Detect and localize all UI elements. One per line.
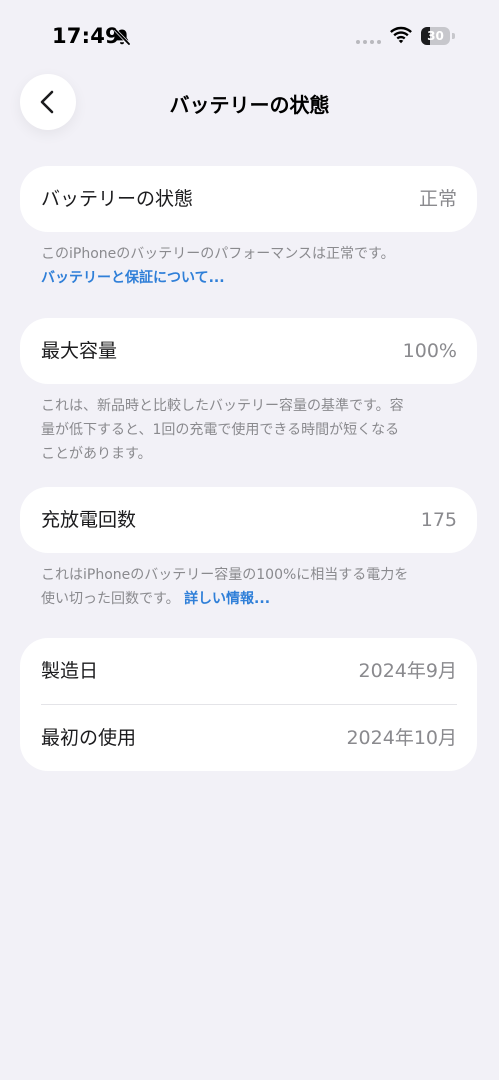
first-use-row: 最初の使用 2024年10月 xyxy=(20,705,477,771)
cycle-count-note: これはiPhoneのバッテリー容量の100%に相当する電力を 使い切った回数です… xyxy=(41,563,461,611)
first-use-value: 2024年10月 xyxy=(346,727,457,749)
max-capacity-value: 100% xyxy=(402,340,457,362)
cycle-count-row: 充放電回数 175 xyxy=(20,487,477,553)
status-bar: 17:49 30 xyxy=(0,0,499,70)
max-capacity-card: 最大容量 100% xyxy=(20,318,477,384)
max-capacity-note-line: ことがあります。 xyxy=(41,446,152,462)
manufacture-date-label: 製造日 xyxy=(41,660,99,682)
battery-icon: 30 xyxy=(421,27,455,45)
manufacture-date-row: 製造日 2024年9月 xyxy=(20,638,477,704)
battery-warranty-link[interactable]: バッテリーと保証について... xyxy=(41,270,225,286)
dates-card: 製造日 2024年9月 最初の使用 2024年10月 xyxy=(20,638,477,771)
battery-condition-note-text: このiPhoneのバッテリーのパフォーマンスは正常です。 xyxy=(41,246,395,262)
battery-level: 30 xyxy=(427,29,444,43)
cycle-count-label: 充放電回数 xyxy=(41,509,137,531)
battery-condition-value: 正常 xyxy=(418,188,457,210)
page-title: バッテリーの状態 xyxy=(169,93,330,117)
bell-slash-icon xyxy=(113,28,131,46)
cycle-count-note-line: これはiPhoneのバッテリー容量の100%に相当する電力を xyxy=(41,567,409,583)
battery-condition-note: このiPhoneのバッテリーのパフォーマンスは正常です。 バッテリーと保証につい… xyxy=(41,242,461,290)
manufacture-date-value: 2024年9月 xyxy=(358,660,457,682)
max-capacity-row: 最大容量 100% xyxy=(20,318,477,384)
status-time: 17:49 xyxy=(52,24,120,48)
max-capacity-note-line: 量が低下すると、1回の充電で使用できる時間が短くなる xyxy=(41,422,400,438)
first-use-label: 最初の使用 xyxy=(41,727,137,749)
cycle-count-value: 175 xyxy=(420,509,457,531)
max-capacity-note: これは、新品時と比較したバッテリー容量の基準です。容 量が低下すると、1回の充電… xyxy=(41,394,461,466)
battery-condition-card: バッテリーの状態 正常 xyxy=(20,166,477,232)
more-info-link[interactable]: 詳しい情報... xyxy=(184,591,270,607)
max-capacity-note-line: これは、新品時と比較したバッテリー容量の基準です。容 xyxy=(41,398,404,414)
battery-condition-label: バッテリーの状態 xyxy=(41,188,194,210)
cycle-count-card: 充放電回数 175 xyxy=(20,487,477,553)
cycle-count-note-line: 使い切った回数です。 xyxy=(41,591,180,607)
max-capacity-label: 最大容量 xyxy=(41,340,118,362)
cellular-signal-icon xyxy=(356,40,381,44)
wifi-icon xyxy=(390,26,412,44)
battery-condition-row: バッテリーの状態 正常 xyxy=(20,166,477,232)
